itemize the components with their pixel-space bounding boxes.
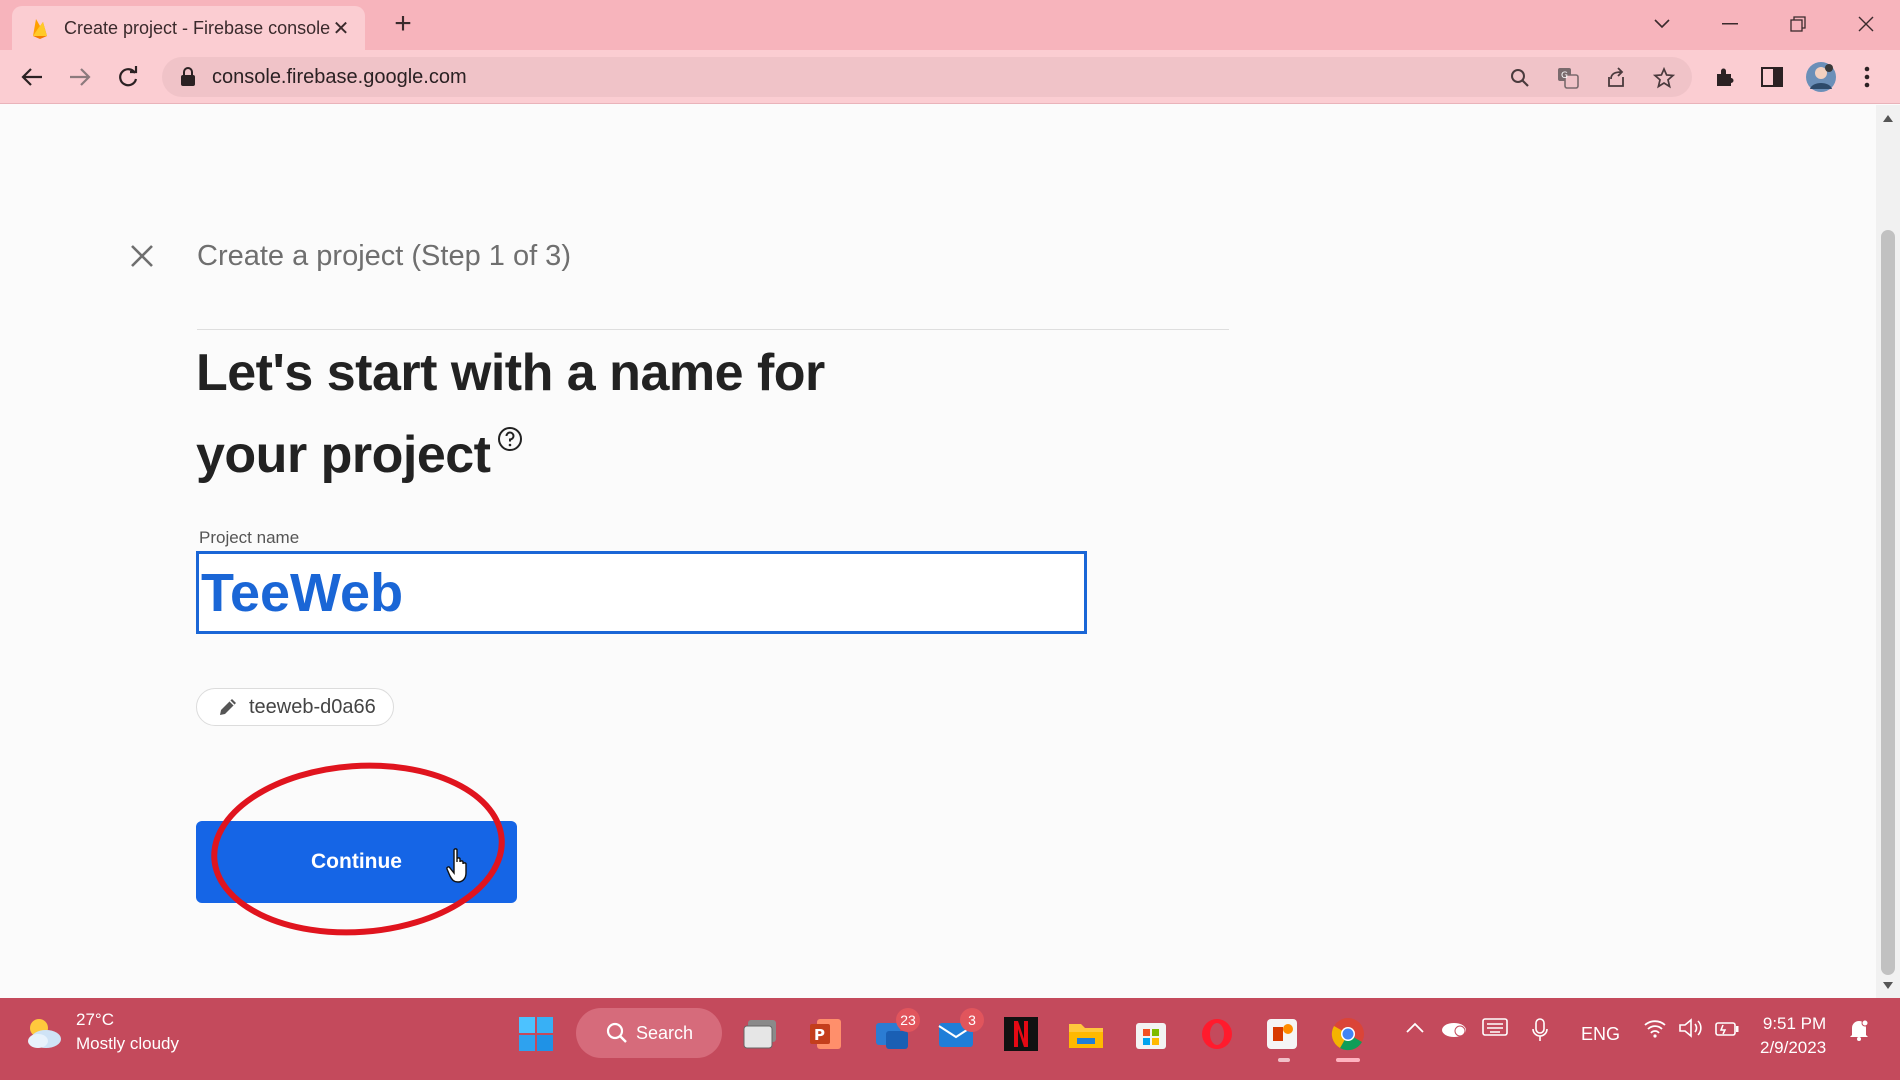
zoom-search-icon[interactable] bbox=[1507, 65, 1533, 91]
svg-text:G: G bbox=[1561, 71, 1568, 81]
minimize-icon[interactable] bbox=[1705, 6, 1755, 42]
edit-pencil-icon[interactable] bbox=[217, 696, 239, 718]
profile-avatar[interactable] bbox=[1804, 62, 1838, 92]
windows-start-icon[interactable] bbox=[516, 1014, 556, 1054]
keyboard-icon[interactable] bbox=[1482, 1018, 1508, 1041]
project-id-text: teeweb-d0a66 bbox=[249, 695, 376, 718]
project-name-value[interactable]: TeeWeb bbox=[201, 562, 403, 624]
page-scrollbar[interactable] bbox=[1876, 105, 1900, 998]
extensions-icon[interactable] bbox=[1710, 62, 1740, 92]
translate-icon[interactable]: G bbox=[1555, 65, 1581, 91]
heading-line-2: your project bbox=[196, 414, 996, 496]
tab-title: Create project - Firebase console bbox=[64, 17, 331, 38]
heading-line-1: Let's start with a name for bbox=[196, 344, 825, 402]
system-clock[interactable]: 9:51 PM 2/9/2023 bbox=[1760, 1012, 1826, 1060]
heading-line-2-text: your project bbox=[196, 426, 491, 484]
mail-notification-badge: 3 bbox=[960, 1008, 984, 1032]
help-icon[interactable] bbox=[497, 426, 523, 452]
office-running-indicator bbox=[1278, 1058, 1290, 1062]
file-explorer-icon[interactable] bbox=[1066, 1014, 1106, 1054]
office-app-icon[interactable] bbox=[1262, 1014, 1302, 1054]
clock-time: 9:51 PM bbox=[1762, 1014, 1827, 1033]
url-text[interactable]: console.firebase.google.com bbox=[212, 66, 467, 89]
scroll-up-arrow-icon[interactable] bbox=[1882, 113, 1894, 123]
windows-taskbar: 27°C Mostly cloudy Search P 23 3 ENG 9:5… bbox=[0, 998, 1900, 1080]
step-title: Create a project (Step 1 of 3) bbox=[197, 240, 571, 272]
project-name-label: Project name bbox=[199, 528, 300, 547]
project-id-chip[interactable]: teeweb-d0a66 bbox=[196, 688, 394, 726]
divider bbox=[197, 329, 1229, 330]
browser-tab-strip: Create project - Firebase console ✕ + bbox=[0, 0, 1900, 50]
firebase-favicon-icon bbox=[33, 19, 47, 39]
new-tab-icon[interactable]: + bbox=[388, 9, 418, 40]
battery-icon[interactable] bbox=[1714, 1018, 1740, 1043]
browser-toolbar: console.firebase.google.com G bbox=[0, 50, 1900, 104]
powerpoint-icon[interactable]: P bbox=[806, 1014, 846, 1054]
close-wizard-icon[interactable] bbox=[128, 242, 156, 270]
hand-cursor-icon bbox=[446, 848, 467, 883]
tab-search-chevron-icon[interactable] bbox=[1637, 6, 1687, 42]
project-name-input[interactable]: TeeWeb bbox=[196, 551, 1087, 634]
page-heading: Let's start with a name for your project bbox=[196, 332, 996, 496]
task-view-icon[interactable] bbox=[740, 1014, 780, 1054]
chrome-menu-icon[interactable] bbox=[1852, 62, 1882, 92]
mail-icon[interactable]: 3 bbox=[936, 1008, 984, 1054]
side-panel-icon[interactable] bbox=[1757, 62, 1787, 92]
taskbar-search[interactable]: Search bbox=[576, 1008, 722, 1058]
svg-text:P: P bbox=[814, 1026, 825, 1044]
teams-notification-badge: 23 bbox=[896, 1008, 920, 1032]
chrome-taskbar-icon[interactable] bbox=[1328, 1014, 1368, 1054]
notifications-bell-icon[interactable] bbox=[1848, 1018, 1870, 1047]
forward-icon[interactable] bbox=[65, 62, 95, 92]
temperature: 27°C bbox=[76, 1010, 114, 1029]
browser-tab[interactable]: Create project - Firebase console ✕ bbox=[12, 6, 365, 50]
bookmark-star-icon[interactable] bbox=[1651, 65, 1677, 91]
wifi-icon[interactable] bbox=[1643, 1018, 1667, 1043]
back-icon[interactable] bbox=[17, 62, 47, 92]
volume-icon[interactable] bbox=[1678, 1018, 1704, 1043]
address-bar[interactable]: console.firebase.google.com G bbox=[162, 57, 1692, 97]
tab-close-icon[interactable]: ✕ bbox=[331, 16, 351, 41]
share-icon[interactable] bbox=[1603, 65, 1629, 91]
microsoft-store-icon[interactable] bbox=[1131, 1014, 1171, 1054]
weather-condition: Mostly cloudy bbox=[76, 1034, 179, 1053]
netflix-icon[interactable] bbox=[1001, 1014, 1041, 1054]
show-hidden-icons-chevron-icon[interactable] bbox=[1405, 1018, 1425, 1039]
language-indicator[interactable]: ENG bbox=[1581, 1024, 1620, 1045]
cloudy-weather-icon bbox=[28, 1019, 61, 1048]
lock-icon[interactable] bbox=[180, 67, 196, 87]
search-label: Search bbox=[636, 1022, 694, 1043]
scroll-down-arrow-icon[interactable] bbox=[1882, 981, 1894, 991]
restore-icon[interactable] bbox=[1773, 6, 1823, 42]
microphone-icon[interactable] bbox=[1531, 1018, 1549, 1047]
search-icon bbox=[606, 1022, 627, 1043]
clock-date: 2/9/2023 bbox=[1760, 1038, 1827, 1057]
opera-icon[interactable] bbox=[1197, 1014, 1237, 1054]
onedrive-icon[interactable] bbox=[1440, 1018, 1468, 1043]
chrome-active-indicator bbox=[1336, 1058, 1360, 1062]
scrollbar-thumb[interactable] bbox=[1881, 230, 1895, 975]
weather-widget[interactable]: 27°C Mostly cloudy bbox=[24, 1010, 179, 1054]
close-window-icon[interactable] bbox=[1841, 6, 1891, 42]
reload-icon[interactable] bbox=[113, 62, 143, 92]
teams-icon[interactable]: 23 bbox=[872, 1008, 920, 1054]
